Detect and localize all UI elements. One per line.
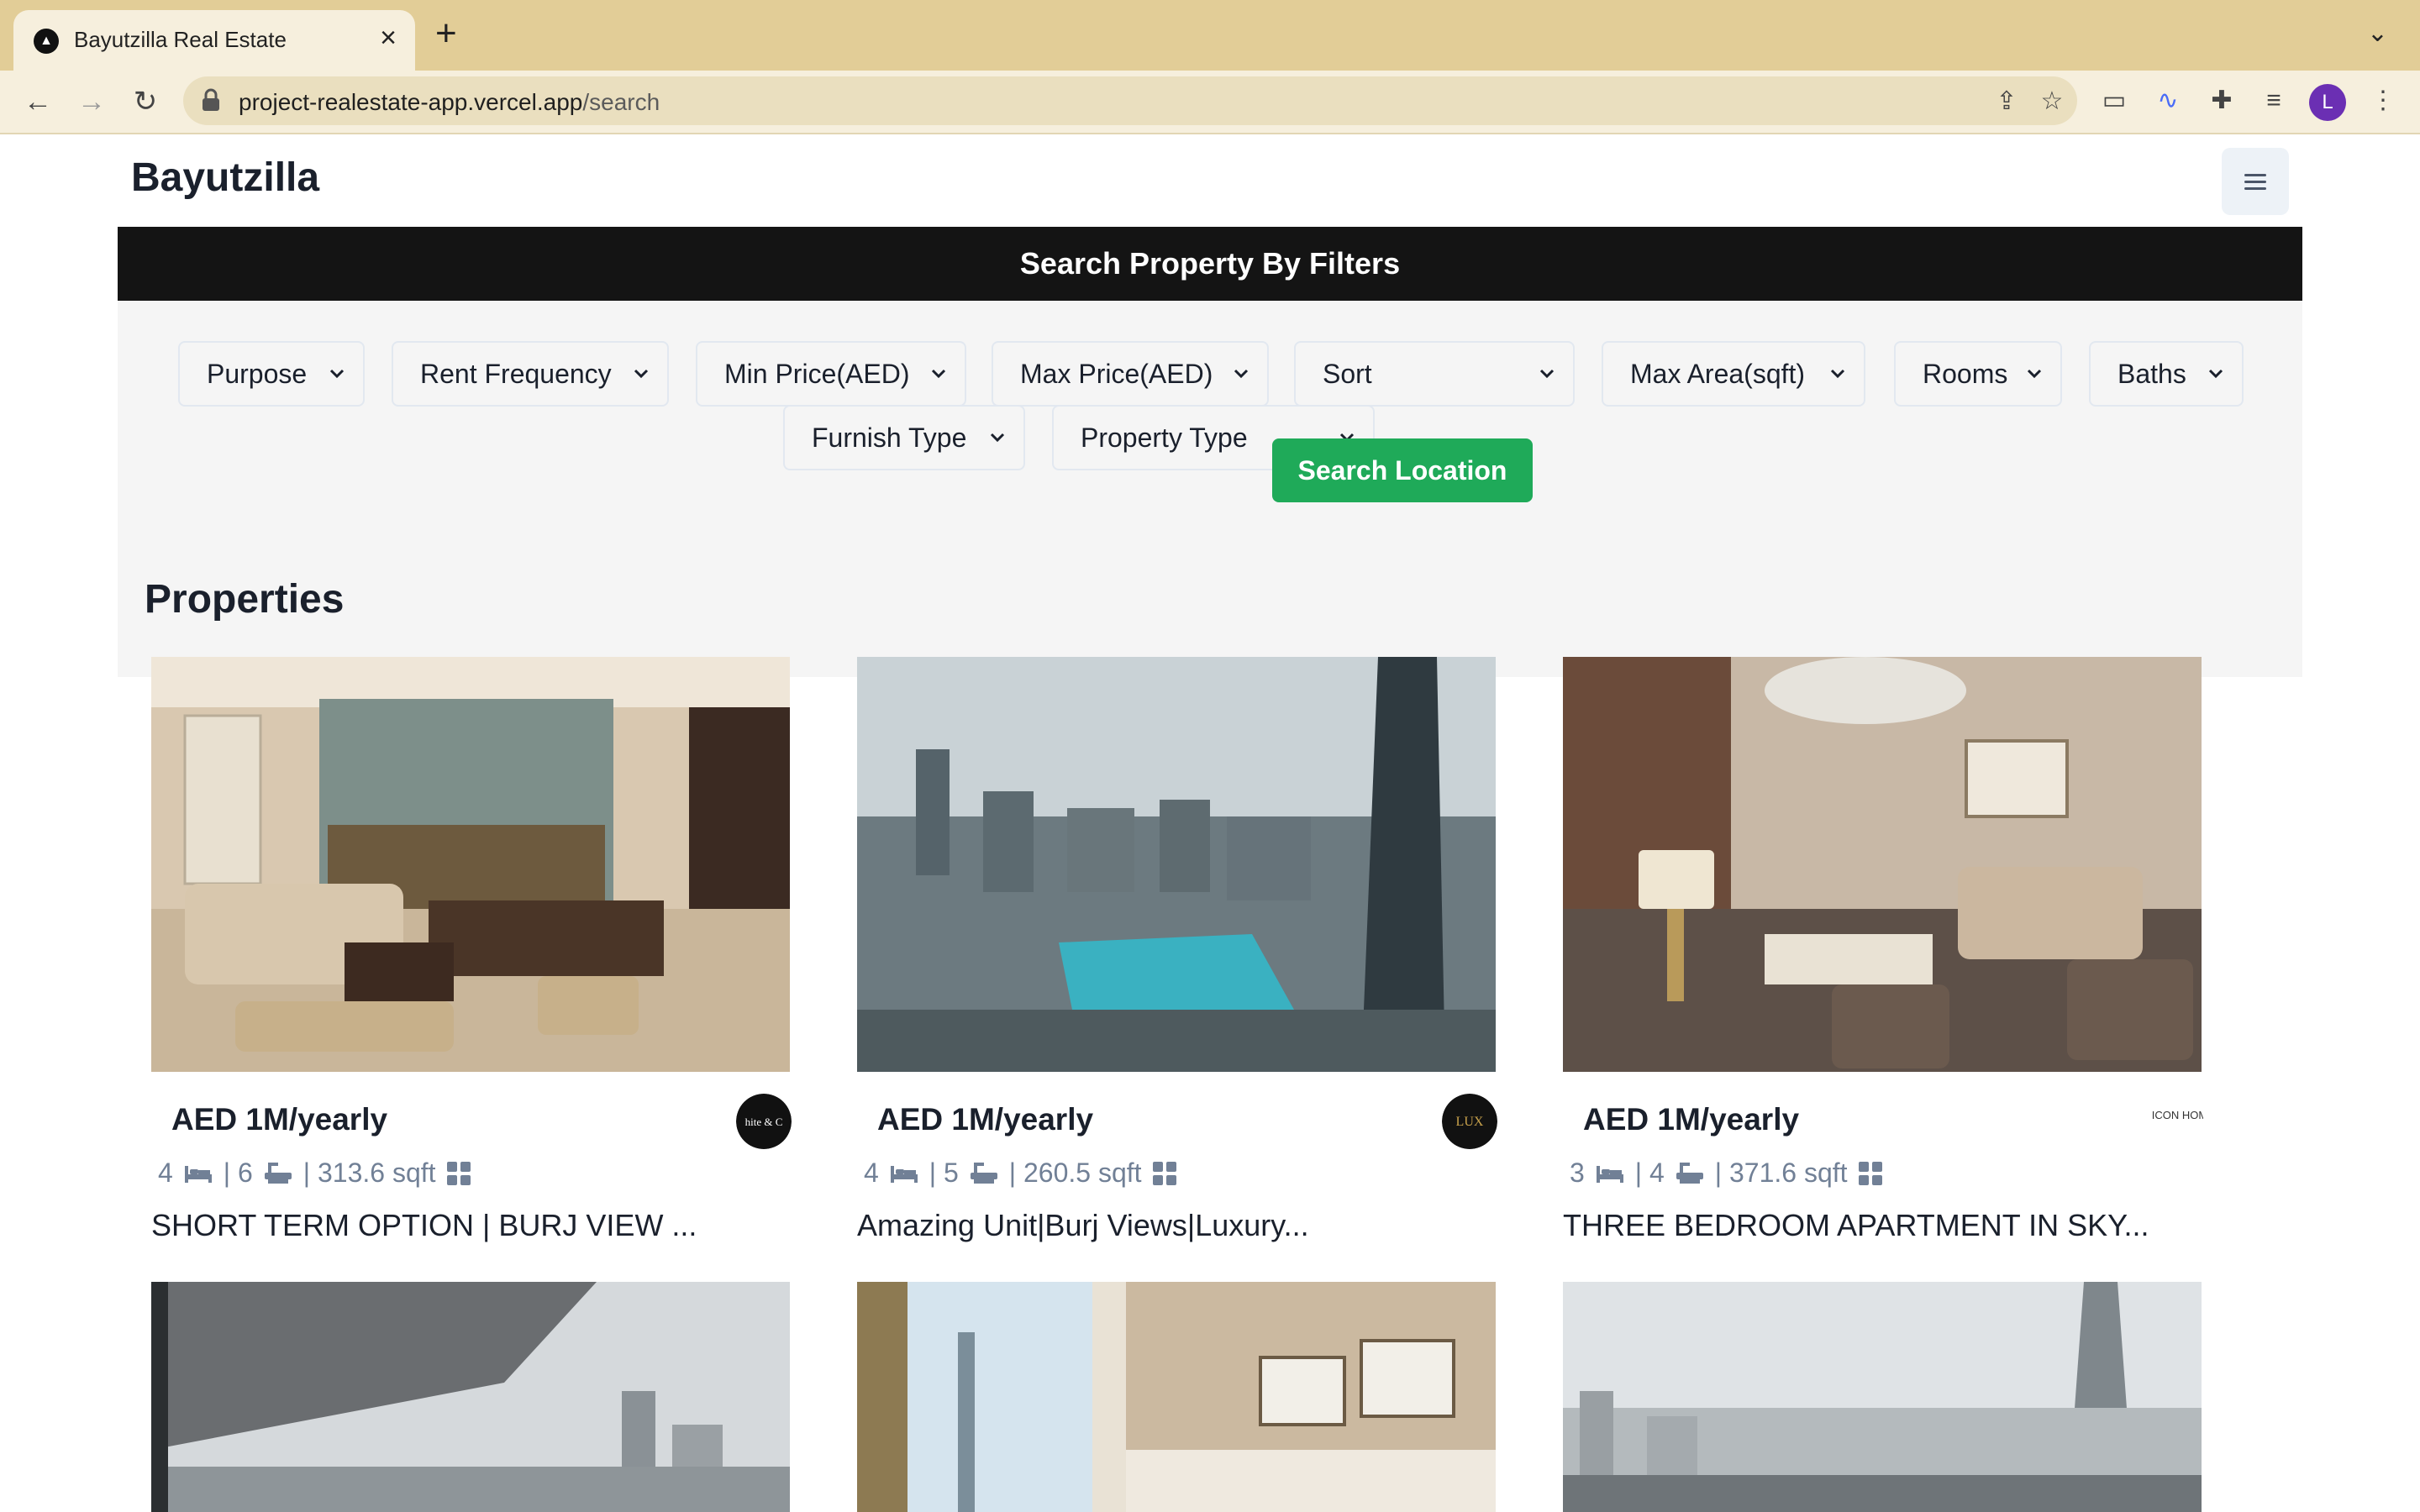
baths-count: | 6 bbox=[223, 1158, 253, 1188]
extensions-puzzle-icon[interactable]: ✚ bbox=[2202, 81, 2242, 121]
min-price-select[interactable]: Min Price(AED) bbox=[696, 341, 966, 407]
property-info: 4 | 6 | 313.6 sqft bbox=[158, 1158, 481, 1189]
chevron-down-icon bbox=[2208, 369, 2223, 379]
property-image[interactable] bbox=[857, 1282, 1496, 1512]
brand-logo[interactable]: Bayutzilla bbox=[131, 155, 319, 201]
chevron-down-icon bbox=[1539, 369, 1555, 379]
agency-logo[interactable]: ICON HOM bbox=[2148, 1094, 2203, 1149]
chevron-down-icon bbox=[2027, 369, 2042, 379]
rooms-count: 4 bbox=[864, 1158, 879, 1188]
furnish-type-select[interactable]: Furnish Type bbox=[783, 405, 1025, 470]
page-content: Bayutzilla Search Property By Filters Pu… bbox=[0, 134, 2420, 1512]
property-image[interactable] bbox=[151, 1282, 790, 1512]
forward-arrow-icon[interactable]: → bbox=[71, 81, 113, 123]
svg-text:ICON HOM: ICON HOM bbox=[2152, 1109, 2203, 1121]
share-icon[interactable]: ⇪ bbox=[1990, 85, 2023, 118]
rooms-select[interactable]: Rooms bbox=[1894, 341, 2062, 407]
lock-icon bbox=[203, 88, 219, 111]
url-text: project-realestate-app.vercel.app/search bbox=[239, 89, 660, 115]
chevron-down-icon bbox=[990, 433, 1005, 443]
tab-title: Bayutzilla Real Estate bbox=[74, 27, 287, 52]
max-area-select[interactable]: Max Area(sqft) bbox=[1602, 341, 1865, 407]
property-image[interactable] bbox=[151, 657, 790, 1072]
chevron-down-icon bbox=[634, 369, 649, 379]
chevron-down-icon bbox=[329, 369, 345, 379]
address-bar[interactable]: project-realestate-app.vercel.app/search… bbox=[183, 76, 2077, 125]
property-title[interactable]: Amazing Unit|Burj Views|Luxury... bbox=[857, 1208, 1309, 1243]
property-image[interactable] bbox=[857, 657, 1496, 1072]
property-price: AED 1M/yearly bbox=[1583, 1102, 1800, 1137]
hamburger-icon bbox=[2244, 170, 2266, 194]
grid-area-icon bbox=[1152, 1161, 1176, 1185]
rooms-count: 3 bbox=[1570, 1158, 1585, 1188]
area-value: | 313.6 sqft bbox=[302, 1158, 436, 1188]
rooms-count: 4 bbox=[158, 1158, 173, 1188]
filter-header: Search Property By Filters bbox=[118, 227, 2302, 301]
bookmark-star-icon[interactable]: ☆ bbox=[2035, 85, 2069, 118]
bed-icon bbox=[184, 1165, 212, 1183]
svg-text:hite & C: hite & C bbox=[745, 1116, 783, 1128]
cast-icon[interactable]: ▭ bbox=[2094, 81, 2134, 121]
reading-list-icon[interactable]: ≡ bbox=[2254, 81, 2294, 121]
baths-count: | 5 bbox=[929, 1158, 959, 1188]
bath-icon bbox=[1676, 1162, 1703, 1184]
area-value: | 260.5 sqft bbox=[1008, 1158, 1142, 1188]
baths-select[interactable]: Baths bbox=[2089, 341, 2244, 407]
hamburger-menu-button[interactable] bbox=[2222, 148, 2289, 215]
filter-panel: Purpose Rent Frequency Min Price(AED) Ma… bbox=[118, 301, 2302, 677]
reload-icon[interactable]: ↻ bbox=[124, 81, 166, 123]
agency-logo[interactable]: hite & C bbox=[736, 1094, 792, 1149]
bath-icon bbox=[264, 1162, 292, 1184]
bath-icon bbox=[970, 1162, 997, 1184]
chevron-down-icon bbox=[1830, 369, 1845, 379]
max-price-select[interactable]: Max Price(AED) bbox=[992, 341, 1269, 407]
property-info: 3 | 4 | 371.6 sqft bbox=[1570, 1158, 1893, 1189]
profile-avatar[interactable]: L bbox=[2309, 84, 2346, 121]
property-image[interactable] bbox=[1563, 657, 2202, 1072]
favicon-icon: ▲ bbox=[34, 29, 59, 54]
property-price: AED 1M/yearly bbox=[171, 1102, 388, 1137]
svg-text:LUX: LUX bbox=[1456, 1115, 1484, 1129]
property-title[interactable]: SHORT TERM OPTION | BURJ VIEW ... bbox=[151, 1208, 697, 1243]
property-title[interactable]: THREE BEDROOM APARTMENT IN SKY... bbox=[1563, 1208, 2149, 1243]
properties-heading: Properties bbox=[145, 577, 345, 622]
new-tab-button[interactable]: + bbox=[435, 15, 457, 52]
tab-list-chevron-icon[interactable]: ⌄ bbox=[2367, 18, 2388, 48]
agency-logo[interactable]: LUX bbox=[1442, 1094, 1497, 1149]
chevron-down-icon bbox=[931, 369, 946, 379]
bed-icon bbox=[890, 1165, 918, 1183]
chevron-down-icon bbox=[1234, 369, 1249, 379]
grid-area-icon bbox=[446, 1161, 471, 1185]
sort-select[interactable]: Sort bbox=[1294, 341, 1575, 407]
browser-toolbar: ← → ↻ project-realestate-app.vercel.app/… bbox=[0, 71, 2420, 134]
extension-wave-icon[interactable]: ∿ bbox=[2148, 81, 2188, 121]
property-image[interactable] bbox=[1563, 1282, 2202, 1512]
search-location-button[interactable]: Search Location bbox=[1272, 438, 1533, 502]
close-tab-icon[interactable]: × bbox=[380, 22, 397, 55]
browser-tab-bar: ▲ Bayutzilla Real Estate × + ⌄ bbox=[0, 0, 2420, 71]
baths-count: | 4 bbox=[1634, 1158, 1665, 1188]
browser-menu-icon[interactable]: ⋮ bbox=[2363, 81, 2403, 121]
property-info: 4 | 5 | 260.5 sqft bbox=[864, 1158, 1187, 1189]
back-arrow-icon[interactable]: ← bbox=[17, 81, 59, 123]
purpose-select[interactable]: Purpose bbox=[178, 341, 365, 407]
bed-icon bbox=[1596, 1165, 1623, 1183]
area-value: | 371.6 sqft bbox=[1714, 1158, 1848, 1188]
grid-area-icon bbox=[1858, 1161, 1882, 1185]
property-price: AED 1M/yearly bbox=[877, 1102, 1094, 1137]
rent-frequency-select[interactable]: Rent Frequency bbox=[392, 341, 669, 407]
browser-tab[interactable]: ▲ Bayutzilla Real Estate × bbox=[13, 10, 415, 71]
